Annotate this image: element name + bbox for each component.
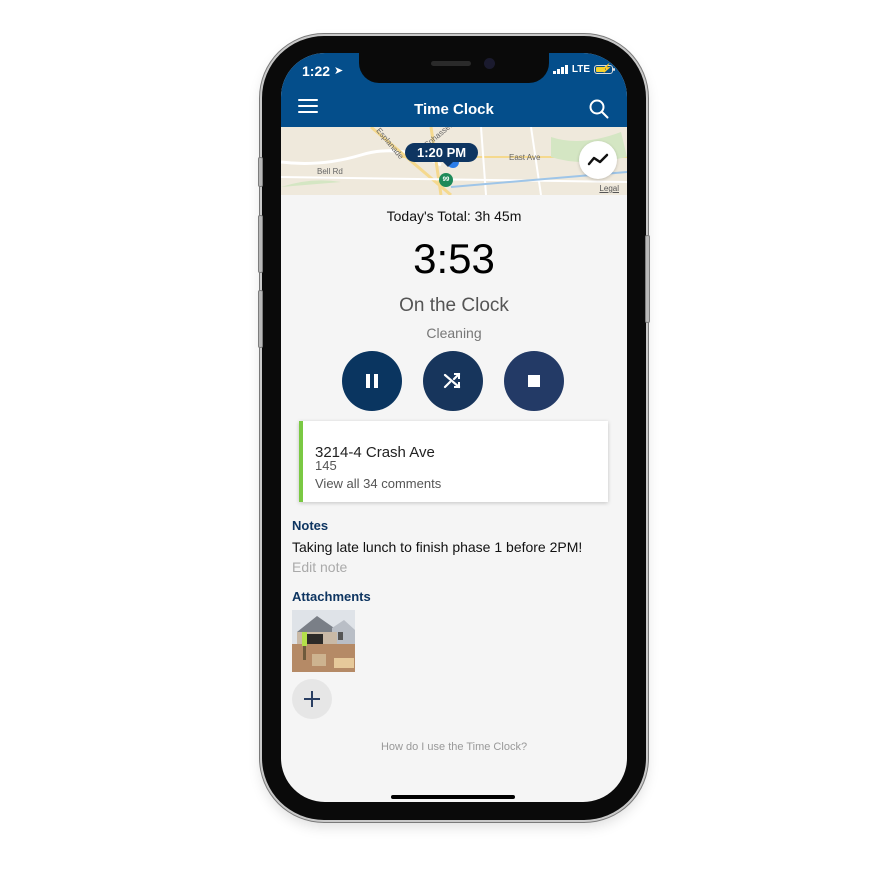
map-label-bell-rd: Bell Rd xyxy=(317,167,343,176)
legal-link[interactable]: Legal xyxy=(599,184,619,193)
status-indicators: LTE ⚡ xyxy=(552,63,615,75)
note-text: Taking late lunch to finish phase 1 befo… xyxy=(292,539,583,555)
plus-icon xyxy=(304,691,320,707)
highway-shield-icon: 99 xyxy=(439,173,453,187)
attachments-label: Attachments xyxy=(292,589,371,604)
location-map[interactable]: Esplanade Cohasset East Ave Bell Rd 1:20… xyxy=(281,127,627,195)
trend-line-button[interactable] xyxy=(579,141,617,179)
power-button xyxy=(645,235,650,323)
app-header: 1:22 ➤ LTE ⚡ Time Clock xyxy=(281,53,627,127)
phone-screen: 1:22 ➤ LTE ⚡ Time Clock Esplanade Cohass… xyxy=(281,53,627,802)
view-comments-link[interactable]: View all 34 comments xyxy=(315,476,441,491)
notes-label: Notes xyxy=(292,518,329,533)
add-attachment-button[interactable] xyxy=(292,679,332,719)
switch-task-button[interactable] xyxy=(423,351,483,411)
trend-line-icon xyxy=(587,153,609,166)
attachment-thumbnail[interactable] xyxy=(292,610,355,672)
search-icon[interactable] xyxy=(589,99,609,119)
shuffle-icon xyxy=(443,372,461,389)
help-link[interactable]: How do I use the Time Clock? xyxy=(281,741,627,753)
battery-charging-icon: ⚡ xyxy=(594,63,615,74)
job-card[interactable]: 3214-4 Crash Ave 145 View all 34 comment… xyxy=(299,421,608,502)
elapsed-timer: 3:53 xyxy=(413,235,495,282)
front-camera xyxy=(484,58,495,69)
pause-icon xyxy=(366,374,378,388)
signal-bars-icon xyxy=(552,65,568,74)
volume-up-button xyxy=(258,215,263,273)
clock-status: On the Clock xyxy=(399,295,509,316)
activity-label: Cleaning xyxy=(426,325,482,341)
status-time: 1:22 xyxy=(302,63,331,79)
notch xyxy=(359,53,549,83)
page-title: Time Clock xyxy=(414,101,494,118)
job-number: 145 xyxy=(315,458,337,473)
edit-note-link[interactable]: Edit note xyxy=(292,559,347,575)
speaker xyxy=(431,61,471,66)
pause-button[interactable] xyxy=(342,351,402,411)
network-type: LTE xyxy=(571,64,590,75)
map-pin-time-bubble[interactable]: 1:20 PM xyxy=(405,143,479,167)
volume-down-button xyxy=(258,290,263,348)
todays-total: Today's Total: 3h 45m xyxy=(386,208,522,224)
construction-photo xyxy=(292,610,355,672)
map-label-east-ave: East Ave xyxy=(509,153,541,162)
stop-icon xyxy=(528,375,540,387)
location-arrow-icon: ➤ xyxy=(334,65,344,77)
stop-button[interactable] xyxy=(504,351,564,411)
mute-switch xyxy=(258,157,263,187)
home-indicator xyxy=(391,795,515,799)
